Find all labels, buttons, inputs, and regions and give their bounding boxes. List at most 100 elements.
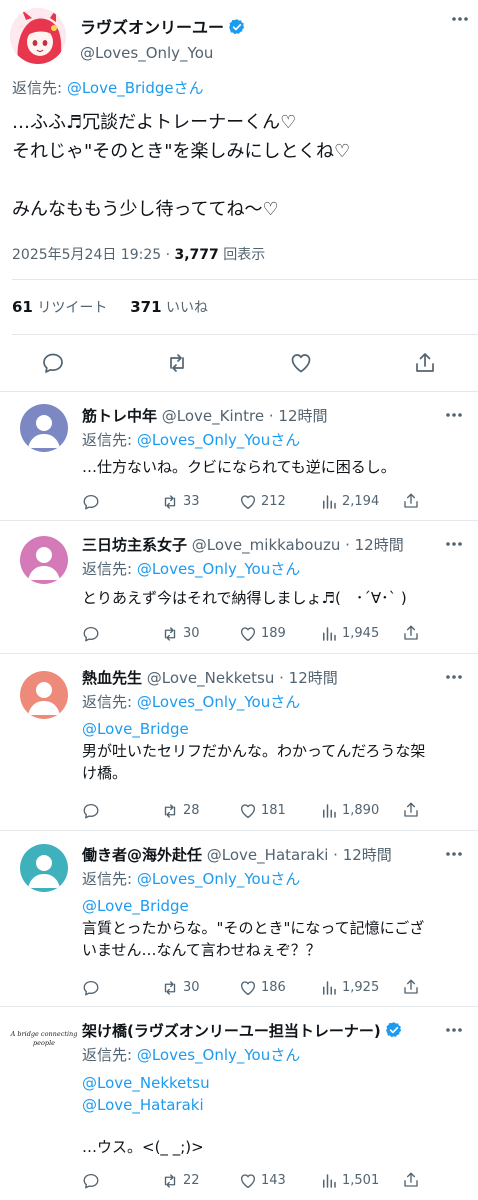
- reply-to-link[interactable]: @Loves_Only_Youさん: [137, 431, 300, 449]
- like-icon: [240, 981, 256, 996]
- like-button[interactable]: 181: [239, 800, 286, 822]
- reply-text: @Love_Bridge 男が吐いたセリフだかんな。わかってんだろうな架 け橋。: [82, 718, 425, 784]
- like-button[interactable]: 189: [239, 623, 286, 645]
- handle-time[interactable]: @Love_Kintre · 12時間: [157, 407, 328, 425]
- retweet-button[interactable]: 33: [161, 491, 200, 513]
- display-name-text[interactable]: ラヴズオンリーユー: [80, 18, 224, 37]
- share-icon[interactable]: [402, 801, 420, 819]
- default-avatar-icon: [20, 844, 68, 892]
- more-options-icon[interactable]: [446, 541, 462, 547]
- retweet-count: 33: [183, 494, 200, 509]
- avatar[interactable]: [20, 671, 68, 719]
- retweet-button[interactable]: 28: [161, 800, 200, 822]
- reply-header: 熱血先生 @Love_Nekketsu · 12時間: [82, 667, 338, 688]
- retweet-icon: [164, 627, 176, 641]
- reply-to-link[interactable]: @Loves_Only_Youさん: [137, 693, 300, 711]
- reply-tweet[interactable]: 働き者@海外赴任 @Love_Hataraki · 12時間 返信先: @Lov…: [0, 831, 478, 1007]
- more-options-icon[interactable]: [446, 851, 462, 857]
- like-button[interactable]: 143: [239, 1170, 286, 1192]
- mention-link[interactable]: @Love_Nekketsu: [82, 1072, 210, 1094]
- mention-link[interactable]: @Love_Bridge: [82, 895, 424, 917]
- retweet-button[interactable]: 22: [161, 1170, 200, 1192]
- like-count[interactable]: 371: [130, 298, 161, 316]
- reply-button[interactable]: [82, 800, 104, 822]
- display-name[interactable]: 働き者@海外赴任: [82, 846, 202, 864]
- reply-tweet[interactable]: 筋トレ中年 @Love_Kintre · 12時間 返信先: @Loves_On…: [0, 392, 478, 521]
- views-button[interactable]: 1,925: [320, 977, 379, 999]
- reply-icon[interactable]: [41, 351, 65, 375]
- engagement-stats: 61 リツイート 371 いいね: [12, 297, 208, 317]
- display-name[interactable]: 筋トレ中年: [82, 407, 157, 425]
- reply-to-link[interactable]: @Love_Bridgeさん: [67, 79, 204, 97]
- default-avatar-icon: [20, 671, 68, 719]
- reply-actions: 30 189 1,945: [82, 623, 472, 645]
- display-name[interactable]: 架け橋(ラヴズオンリーユー担当トレーナー): [82, 1022, 381, 1040]
- mention-link[interactable]: @Love_Bridge: [82, 718, 425, 740]
- retweet-icon[interactable]: [165, 351, 189, 375]
- views-icon: [323, 627, 336, 641]
- views-button[interactable]: 1,501: [320, 1170, 379, 1192]
- views-button[interactable]: 1,890: [320, 800, 379, 822]
- avatar[interactable]: [20, 844, 68, 892]
- reply-context: 返信先: @Love_Bridgeさん: [12, 77, 204, 98]
- avatar[interactable]: [10, 8, 66, 64]
- reply-tweet[interactable]: 熱血先生 @Love_Nekketsu · 12時間 返信先: @Loves_O…: [0, 654, 478, 831]
- retweet-label[interactable]: リツイート: [33, 300, 107, 316]
- handle-time[interactable]: @Love_mikkabouzu · 12時間: [187, 536, 404, 554]
- timestamp[interactable]: 2025年5月24日 19:25 ·: [12, 247, 175, 263]
- views-button[interactable]: 1,945: [320, 623, 379, 645]
- more-options-icon[interactable]: [446, 412, 462, 418]
- reply-text-line: いません…なんて言わせねぇぞ？？: [82, 941, 321, 959]
- more-options-icon[interactable]: [452, 16, 468, 22]
- reply-text-line: 男が吐いたセリフだかんな。わかってんだろうな架: [82, 742, 426, 760]
- handle-time[interactable]: @Love_Nekketsu · 12時間: [142, 669, 338, 687]
- like-label[interactable]: いいね: [162, 300, 208, 316]
- handle-time[interactable]: @Love_Hataraki · 12時間: [202, 846, 392, 864]
- reply-to-link[interactable]: @Loves_Only_Youさん: [137, 870, 300, 888]
- like-button[interactable]: 186: [239, 977, 286, 999]
- tweet-line: みんなももう少し待っててね〜♡: [12, 199, 279, 220]
- reply-to-link[interactable]: @Loves_Only_Youさん: [137, 1046, 300, 1064]
- retweet-count: 30: [183, 626, 200, 641]
- reply-tweet[interactable]: 三日坊主系女子 @Love_mikkabouzu · 12時間 返信先: @Lo…: [0, 521, 478, 654]
- like-icon: [240, 804, 256, 819]
- views-button[interactable]: 2,194: [320, 491, 379, 513]
- reply-text-line: 言質とったからな。"そのとき"になって記憶にござ: [82, 919, 425, 937]
- reply-text: @Love_Nekketsu @Love_Hataraki …ウス。<(_ _;…: [82, 1072, 210, 1158]
- mention-link[interactable]: @Love_Hataraki: [82, 1094, 210, 1116]
- retweet-button[interactable]: 30: [161, 623, 200, 645]
- display-name[interactable]: 三日坊主系女子: [82, 536, 187, 554]
- display-name[interactable]: 熱血先生: [82, 669, 142, 687]
- like-icon[interactable]: [289, 351, 313, 375]
- share-icon[interactable]: [402, 1171, 420, 1189]
- reply-icon: [83, 980, 99, 996]
- reply-button[interactable]: [82, 491, 104, 513]
- share-icon[interactable]: [402, 624, 420, 642]
- like-button[interactable]: 212: [239, 491, 286, 513]
- display-name[interactable]: ラヴズオンリーユー: [80, 14, 246, 38]
- retweet-icon: [164, 981, 176, 995]
- reply-button[interactable]: [82, 1170, 104, 1192]
- reply-button[interactable]: [82, 977, 104, 999]
- reply-to-link[interactable]: @Loves_Only_Youさん: [137, 560, 300, 578]
- reply-prefix: 返信先:: [82, 693, 137, 711]
- share-icon[interactable]: [402, 492, 420, 510]
- avatar[interactable]: [20, 404, 68, 452]
- reply-text: とりあえず今はそれで納得しましょ♬( ･´∀･` ): [82, 589, 407, 607]
- reply-actions: 28 181 1,890: [82, 800, 472, 822]
- avatar[interactable]: [20, 536, 68, 584]
- retweet-count[interactable]: 61: [12, 298, 33, 316]
- reply-button[interactable]: [82, 623, 104, 645]
- reply-header: 筋トレ中年 @Love_Kintre · 12時間: [82, 405, 328, 426]
- more-options-icon[interactable]: [446, 674, 462, 680]
- retweet-button[interactable]: 30: [161, 977, 200, 999]
- tweet-line: それじゃ"そのとき"を楽しみにしとくね♡: [12, 141, 351, 162]
- like-count: 143: [261, 1173, 286, 1188]
- reply-context: 返信先: @Loves_Only_Youさん: [82, 1044, 300, 1065]
- reply-context: 返信先: @Loves_Only_Youさん: [82, 429, 300, 450]
- share-icon[interactable]: [413, 351, 437, 375]
- more-options-icon[interactable]: [446, 1027, 462, 1033]
- bridge-logo-avatar[interactable]: A bridge connecting people: [10, 1030, 78, 1060]
- share-icon[interactable]: [402, 978, 420, 996]
- handle[interactable]: @Loves_Only_You: [80, 44, 213, 62]
